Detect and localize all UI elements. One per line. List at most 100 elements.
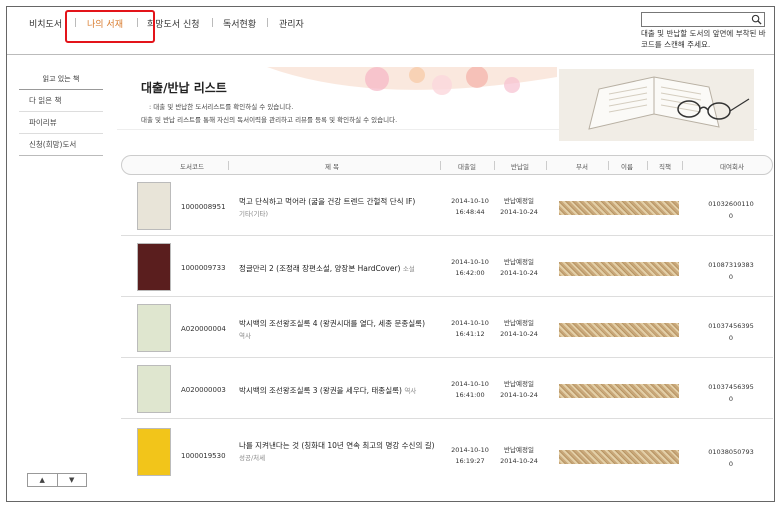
table-row[interactable]: 1000009733 정글만리 2 (조정래 장편소설, 양장본 HardCov…	[121, 237, 773, 297]
column-header-return-date: 반납일	[511, 163, 529, 171]
sidebar-item-reviews[interactable]: 파이리뷰	[19, 112, 103, 134]
loan-date-time: 16:41:12	[455, 330, 485, 338]
app-frame: 비치도서 나의 서재 희망도서 신청 독서현황 관리자 대출 및 반납할 도서의…	[6, 6, 775, 502]
table-header: 도서코드 제 목 대출일 반납일 부서 이름 직책 대여회사	[121, 155, 773, 175]
column-header-company: 대여회사	[720, 163, 744, 171]
book-title[interactable]: 정글만리 2 (조정래 장편소설, 양장본 HardCover) 소설	[239, 263, 444, 275]
search-hint: 대출 및 반납할 도서의 앞면에 부착된 바코드를 스캔해 주세요.	[641, 29, 766, 49]
company-contact: 01087319383 0	[703, 259, 759, 283]
page-description: : 대출 및 반납한 도서리스트를 확인하실 수 있습니다. 대출 및 반납 리…	[141, 101, 397, 127]
nav-item-admin[interactable]: 관리자	[279, 17, 304, 30]
nav-item-reading-status[interactable]: 독서현황	[223, 17, 256, 30]
scroll-up-button[interactable]: ▲	[28, 474, 57, 486]
redacted-user-info	[559, 262, 679, 276]
company-contact-extra: 0	[728, 212, 734, 220]
book-title-text[interactable]: 먹고 단식하고 먹어라 (굶을 건강 트렌드 간헐적 단식 IF)	[239, 197, 415, 206]
sidebar-title-reading[interactable]: 읽고 있는 책	[19, 70, 103, 90]
company-contact-extra: 0	[728, 395, 734, 403]
column-header-title: 제 목	[324, 163, 340, 171]
table-row[interactable]: A020000004 박시백의 조선왕조실록 4 (왕권시대를 열다, 세종 문…	[121, 298, 773, 358]
return-due-date: 2014-10-24	[500, 391, 538, 399]
loan-date-day: 2014-10-10	[451, 446, 489, 454]
company-contact-number: 01037456395	[708, 383, 754, 391]
column-divider	[494, 161, 495, 170]
book-cover[interactable]	[137, 243, 171, 291]
page-title: 대출/반납 리스트	[141, 81, 227, 95]
return-due-date: 2014-10-24	[500, 269, 538, 277]
redacted-user-info	[559, 450, 679, 464]
book-title-text[interactable]: 정글만리 2 (조정래 장편소설, 양장본 HardCover)	[239, 264, 400, 273]
return-due-label: 반납예정일	[504, 380, 534, 388]
loan-date-day: 2014-10-10	[451, 197, 489, 205]
book-genre: 소설	[402, 265, 415, 273]
nav-divider	[267, 18, 268, 27]
return-due: 반납예정일 2014-10-24	[495, 257, 543, 279]
book-title[interactable]: 먹고 단식하고 먹어라 (굶을 건강 트렌드 간헐적 단식 IF) 기타(기타)	[239, 196, 444, 220]
book-code: 1000019530	[181, 452, 226, 460]
column-divider	[228, 161, 229, 170]
column-divider	[546, 161, 547, 170]
nav-divider	[212, 18, 213, 27]
redacted-user-info	[559, 201, 679, 215]
barcode-search-input[interactable]	[641, 12, 765, 27]
book-code: A020000004	[181, 325, 226, 333]
return-due-label: 반납예정일	[504, 258, 534, 266]
return-due-label: 반납예정일	[504, 197, 534, 205]
book-genre: 역사	[404, 387, 417, 395]
table-row[interactable]: 1000008951 먹고 단식하고 먹어라 (굶을 건강 트렌드 간헐적 단식…	[121, 176, 773, 236]
book-title-text[interactable]: 나를 지켜낸다는 것 (칭화대 10년 연속 최고의 명강 수신의 길)	[239, 441, 435, 450]
book-title[interactable]: 박시백의 조선왕조실록 3 (왕권을 세우다, 태종실록) 역사	[239, 385, 444, 397]
column-header-position: 직책	[659, 163, 671, 171]
book-code: 1000008951	[181, 203, 226, 211]
column-divider	[440, 161, 441, 170]
sidebar-item-finished[interactable]: 다 읽은 책	[19, 90, 103, 112]
book-title-text[interactable]: 박시백의 조선왕조실록 4 (왕권시대를 열다, 세종 문종실록)	[239, 319, 425, 328]
description-line-1: : 대출 및 반납한 도서리스트를 확인하실 수 있습니다.	[149, 103, 294, 111]
column-header-department: 부서	[576, 163, 588, 171]
return-due: 반납예정일 2014-10-24	[495, 318, 543, 340]
book-cover[interactable]	[137, 365, 171, 413]
highlight-annotation	[65, 10, 155, 43]
loan-date: 2014-10-10 16:41:00	[446, 379, 494, 401]
return-due: 반납예정일 2014-10-24	[495, 379, 543, 401]
redacted-user-info	[559, 323, 679, 337]
company-contact-extra: 0	[728, 334, 734, 342]
company-contact: 01037456395 0	[703, 381, 759, 405]
table-row[interactable]: 1000019530 나를 지켜낸다는 것 (칭화대 10년 연속 최고의 명강…	[121, 420, 773, 490]
column-header-loan-date: 대출일	[458, 163, 476, 171]
loan-date-day: 2014-10-10	[451, 319, 489, 327]
content-header: 대출/반납 리스트 : 대출 및 반납한 도서리스트를 확인하실 수 있습니다.…	[117, 67, 772, 147]
loan-date-time: 16:42:00	[455, 269, 485, 277]
table-row[interactable]: A020000003 박시백의 조선왕조실록 3 (왕권을 세우다, 태종실록)…	[121, 359, 773, 419]
loan-date: 2014-10-10 16:48:44	[446, 196, 494, 218]
sidebar-item-requested[interactable]: 신청(희망)도서	[19, 134, 103, 156]
scroll-down-button[interactable]: ▼	[56, 474, 87, 486]
top-nav: 비치도서 나의 서재 희망도서 신청 독서현황 관리자 대출 및 반납할 도서의…	[7, 7, 774, 55]
return-due-date: 2014-10-24	[500, 208, 538, 216]
company-contact-number: 01037456395	[708, 322, 754, 330]
company-contact-extra: 0	[728, 273, 734, 281]
loan-date: 2014-10-10 16:41:12	[446, 318, 494, 340]
company-contact-extra: 0	[728, 460, 734, 468]
nav-item-books[interactable]: 비치도서	[29, 17, 62, 30]
description-line-2: 대출 및 반납 리스트를 통해 자신의 독서이력을 관리하고 리뷰를 등록 및 …	[141, 116, 398, 124]
loan-date: 2014-10-10 16:42:00	[446, 257, 494, 279]
book-cover[interactable]	[137, 428, 171, 476]
return-due-date: 2014-10-24	[500, 330, 538, 338]
book-cover[interactable]	[137, 182, 171, 230]
company-contact: 01038050793 0	[703, 446, 759, 470]
search-icon[interactable]	[751, 14, 762, 25]
company-contact: 01032600110 0	[703, 198, 759, 222]
return-due: 반납예정일 2014-10-24	[495, 445, 543, 467]
return-due: 반납예정일 2014-10-24	[495, 196, 543, 218]
loan-date: 2014-10-10 16:19:27	[446, 445, 494, 467]
column-divider	[608, 161, 609, 170]
company-contact: 01037456395 0	[703, 320, 759, 344]
book-title[interactable]: 나를 지켜낸다는 것 (칭화대 10년 연속 최고의 명강 수신의 길) 성공/…	[239, 440, 444, 464]
book-title[interactable]: 박시백의 조선왕조실록 4 (왕권시대를 열다, 세종 문종실록) 역사	[239, 318, 444, 342]
loan-date-day: 2014-10-10	[451, 258, 489, 266]
book-title-text[interactable]: 박시백의 조선왕조실록 3 (왕권을 세우다, 태종실록)	[239, 386, 402, 395]
book-cover[interactable]	[137, 304, 171, 352]
book-genre: 성공/처세	[239, 454, 266, 462]
loan-date-time: 16:19:27	[455, 457, 485, 465]
